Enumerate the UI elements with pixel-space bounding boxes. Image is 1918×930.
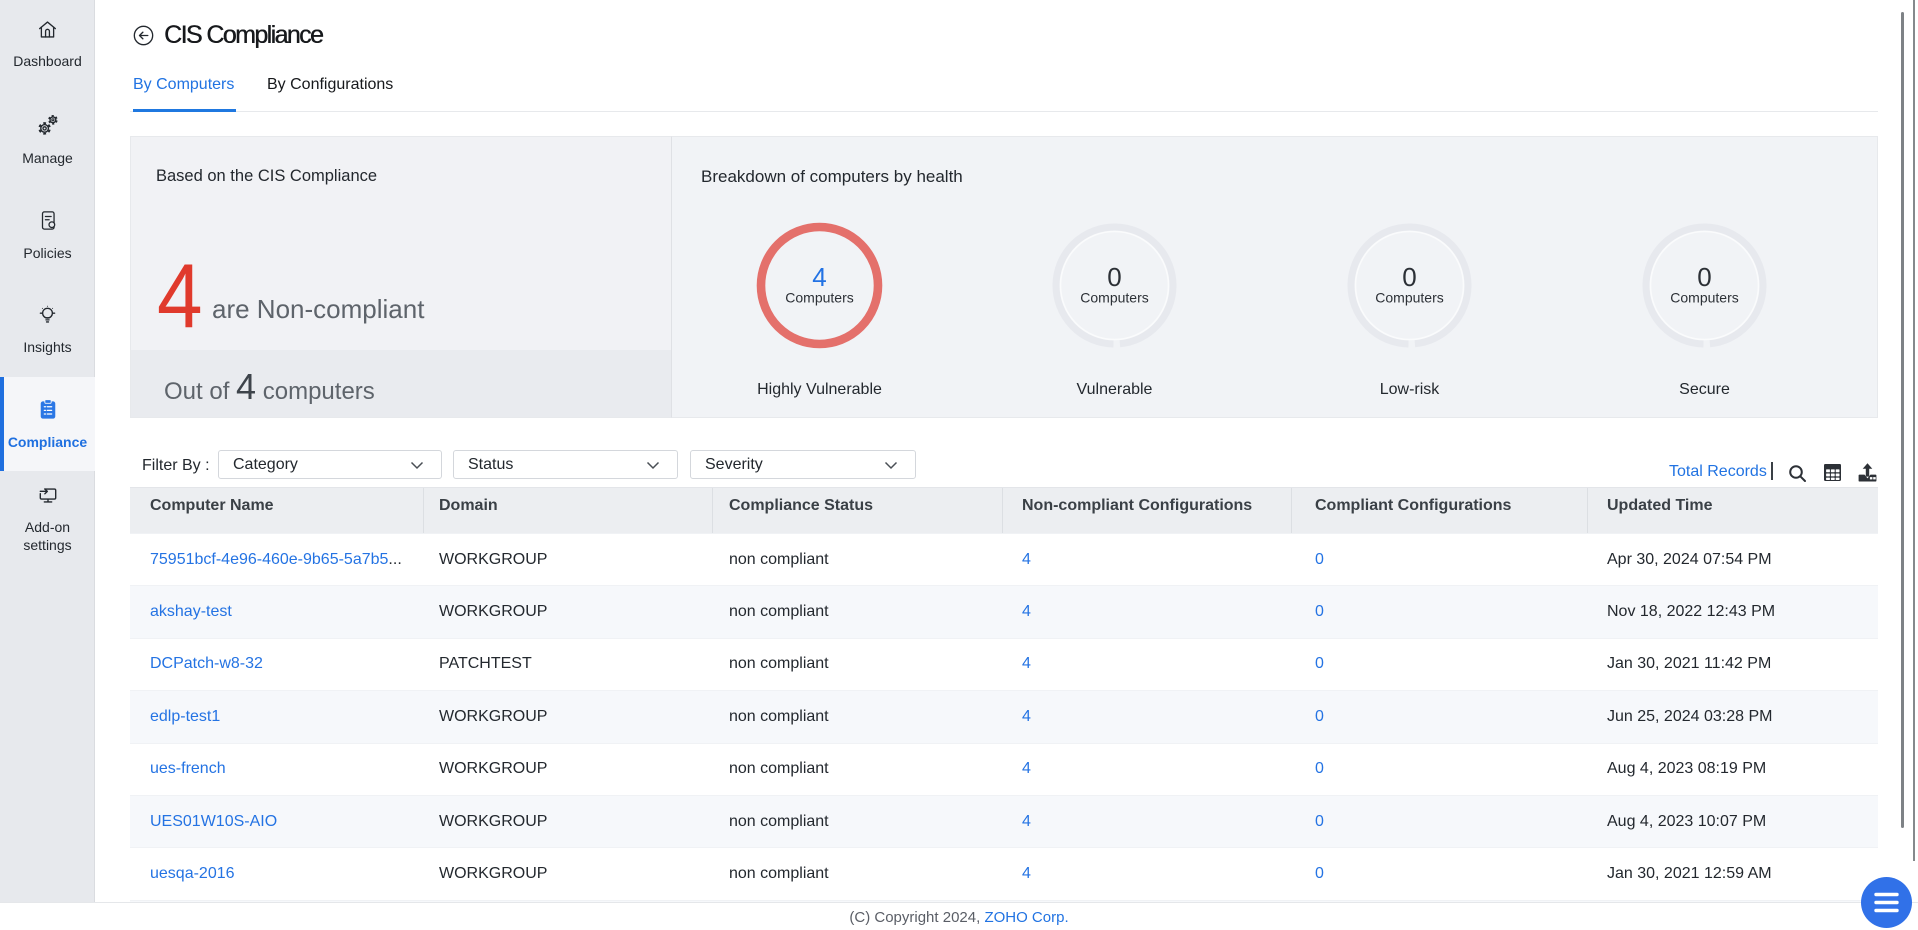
svg-text:Computers: Computers — [1375, 290, 1443, 306]
svg-text:4: 4 — [812, 262, 826, 292]
svg-text:0: 0 — [1697, 262, 1711, 292]
svg-text:Computers: Computers — [1670, 290, 1738, 306]
svg-text:0: 0 — [1402, 262, 1416, 292]
svg-text:Computers: Computers — [1080, 290, 1148, 306]
svg-text:0: 0 — [1107, 262, 1121, 292]
svg-text:Computers: Computers — [785, 290, 853, 306]
